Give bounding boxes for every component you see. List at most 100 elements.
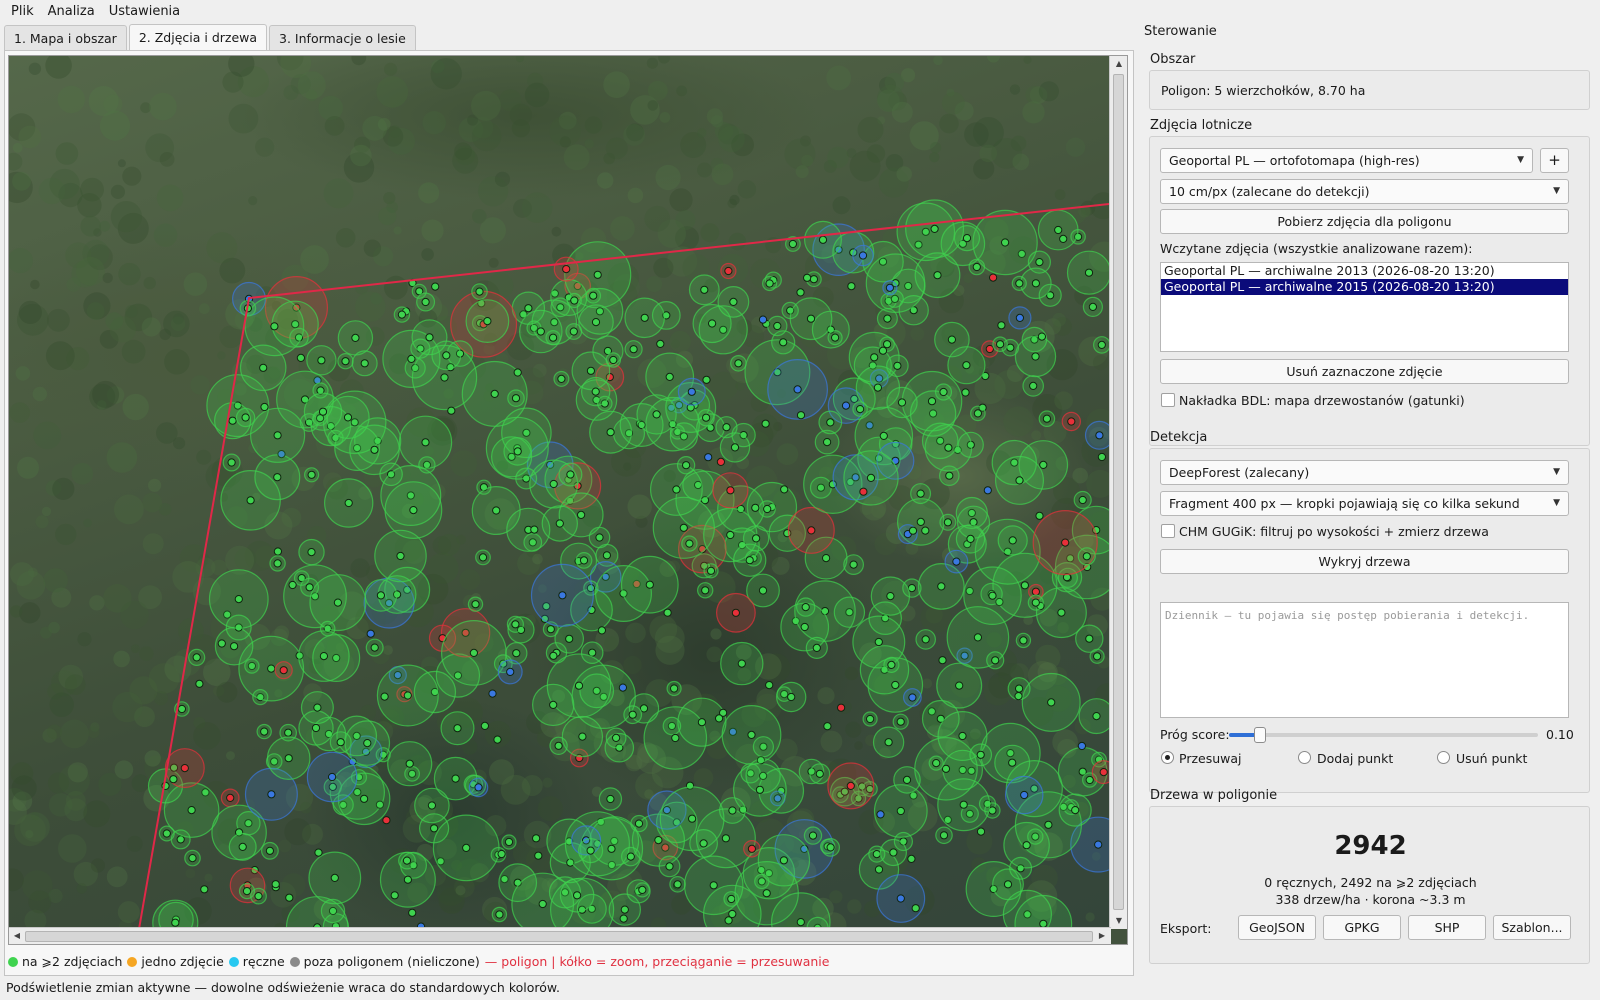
tree-marker[interactable] xyxy=(908,526,918,535)
tree-marker[interactable] xyxy=(1073,490,1092,510)
tree-marker[interactable] xyxy=(821,838,840,857)
tree-marker[interactable] xyxy=(581,376,611,407)
tree-marker[interactable] xyxy=(431,282,440,291)
export-geojson-button[interactable]: GeoJSON xyxy=(1238,915,1316,940)
tree-marker[interactable] xyxy=(689,829,718,858)
tree-marker[interactable] xyxy=(1037,209,1079,251)
tree-marker[interactable] xyxy=(976,827,986,836)
tree-marker[interactable] xyxy=(720,641,764,686)
map-view[interactable]: ▲ ▼ ◀ ▶ xyxy=(8,55,1128,945)
tree-marker[interactable] xyxy=(892,713,909,730)
tree-marker[interactable] xyxy=(228,832,257,861)
tree-marker[interactable] xyxy=(304,467,320,483)
tree-marker[interactable] xyxy=(532,683,575,727)
fragment-select[interactable]: Fragment 400 px — kropki pojawiają się c… xyxy=(1160,491,1569,516)
tree-marker[interactable] xyxy=(532,834,541,843)
vertical-scrollbar[interactable]: ▲ ▼ xyxy=(1109,56,1127,929)
tree-marker[interactable] xyxy=(266,736,311,781)
tree-marker[interactable] xyxy=(924,423,973,472)
tree-marker[interactable] xyxy=(955,524,986,554)
tree-marker[interactable] xyxy=(715,714,724,723)
tree-marker[interactable] xyxy=(870,576,911,616)
photo-source-select[interactable]: Geoportal PL — ortofotomapa (high-res) ▼ xyxy=(1160,148,1533,173)
tree-marker[interactable] xyxy=(1003,821,1050,869)
tree-marker[interactable] xyxy=(250,887,267,905)
tree-marker[interactable] xyxy=(827,762,875,810)
horizontal-scroll-thumb[interactable] xyxy=(25,931,1093,942)
tree-marker[interactable] xyxy=(530,525,539,534)
tree-marker[interactable] xyxy=(903,688,922,707)
tree-marker[interactable] xyxy=(1027,594,1044,611)
tree-marker[interactable] xyxy=(716,457,726,466)
tree-marker[interactable] xyxy=(329,731,352,754)
tree-marker[interactable] xyxy=(938,656,947,665)
tree-marker[interactable] xyxy=(467,596,484,612)
tree-marker[interactable] xyxy=(300,577,320,597)
tree-marker[interactable] xyxy=(823,722,832,731)
aerial-photo-canvas[interactable] xyxy=(9,56,1109,929)
tree-marker[interactable] xyxy=(1091,760,1109,785)
tree-marker[interactable] xyxy=(380,692,389,701)
tree-marker[interactable] xyxy=(440,711,475,746)
tree-marker[interactable] xyxy=(238,635,305,702)
tree-marker[interactable] xyxy=(222,453,241,472)
tree-marker[interactable] xyxy=(997,321,1006,330)
tree-marker[interactable] xyxy=(796,411,806,420)
tree-marker[interactable] xyxy=(624,340,643,359)
tree-marker[interactable] xyxy=(324,478,374,528)
tree-marker[interactable] xyxy=(676,456,696,475)
tree-marker[interactable] xyxy=(393,306,411,323)
tree-marker[interactable] xyxy=(303,392,343,431)
tree-marker[interactable] xyxy=(862,711,878,727)
tree-marker[interactable] xyxy=(1093,336,1109,354)
tree-marker[interactable] xyxy=(1059,234,1068,243)
export-template-button[interactable]: Szablon... xyxy=(1493,915,1571,940)
tree-marker[interactable] xyxy=(235,407,256,428)
tree-marker[interactable] xyxy=(1011,275,1027,291)
tree-marker[interactable] xyxy=(545,330,561,346)
remove-photo-button[interactable]: Usuń zaznaczone zdjęcie xyxy=(1160,359,1569,384)
tree-marker[interactable] xyxy=(298,538,325,566)
tree-marker[interactable] xyxy=(803,826,823,845)
menu-ustawienia[interactable]: Ustawienia xyxy=(102,4,187,19)
tree-marker[interactable] xyxy=(994,455,1044,505)
tree-marker[interactable] xyxy=(506,615,524,633)
tree-marker[interactable] xyxy=(577,837,604,864)
tree-marker[interactable] xyxy=(619,914,628,923)
tree-marker[interactable] xyxy=(944,549,969,574)
tree-marker[interactable] xyxy=(188,648,206,667)
tree-marker[interactable] xyxy=(992,336,1008,352)
tree-marker[interactable] xyxy=(433,756,478,801)
tree-marker[interactable] xyxy=(765,681,774,690)
tree-marker[interactable] xyxy=(308,851,362,905)
tree-marker[interactable] xyxy=(271,880,280,889)
tree-marker[interactable] xyxy=(624,297,666,339)
tree-marker[interactable] xyxy=(220,469,281,531)
tree-marker[interactable] xyxy=(656,339,665,348)
tree-marker[interactable] xyxy=(598,787,623,811)
tree-marker[interactable] xyxy=(337,353,354,370)
tree-marker[interactable] xyxy=(195,679,204,688)
tree-marker[interactable] xyxy=(805,636,828,660)
tree-marker[interactable] xyxy=(809,763,831,785)
tree-marker[interactable] xyxy=(935,826,953,845)
tree-marker[interactable] xyxy=(349,424,400,476)
tree-marker[interactable] xyxy=(1021,672,1081,732)
vertical-scroll-thumb[interactable] xyxy=(1113,74,1124,910)
tree-marker[interactable] xyxy=(1035,511,1044,520)
tree-marker[interactable] xyxy=(704,453,713,462)
tree-marker[interactable] xyxy=(992,868,1024,901)
scroll-right-icon[interactable]: ▶ xyxy=(1094,928,1110,944)
tree-marker[interactable] xyxy=(447,406,456,415)
tree-marker[interactable] xyxy=(734,861,799,926)
tree-marker[interactable] xyxy=(928,755,944,771)
detect-trees-button[interactable]: Wykryj drzewa xyxy=(1160,549,1569,574)
tree-marker[interactable] xyxy=(561,715,604,758)
tree-marker[interactable] xyxy=(1008,306,1032,330)
tree-marker[interactable] xyxy=(620,846,641,867)
tree-marker[interactable] xyxy=(306,751,358,803)
tree-marker[interactable] xyxy=(260,402,269,412)
horizontal-scrollbar[interactable]: ◀ ▶ xyxy=(9,927,1111,944)
tree-marker[interactable] xyxy=(911,904,920,913)
tab-photos-trees[interactable]: 2. Zdjęcia i drzewa xyxy=(128,24,268,50)
